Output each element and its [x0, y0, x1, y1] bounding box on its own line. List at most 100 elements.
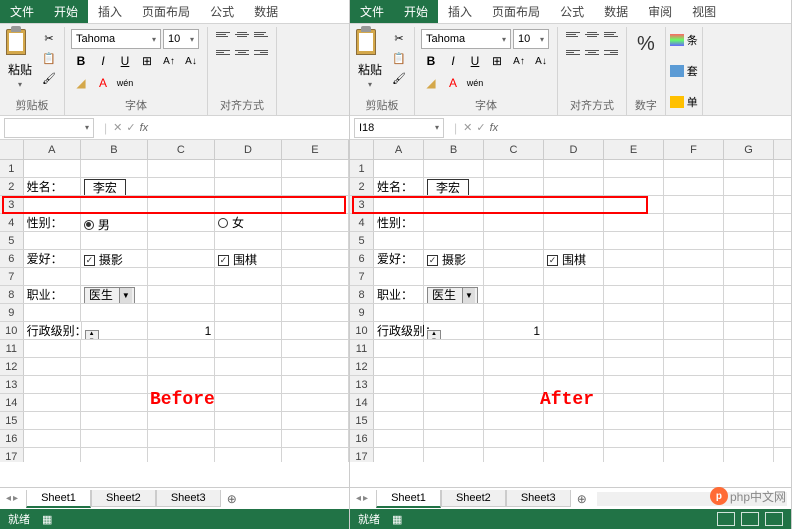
- cell[interactable]: [148, 412, 215, 429]
- number-format-button[interactable]: %: [633, 29, 659, 60]
- row-header[interactable]: 1: [0, 160, 24, 177]
- name-box[interactable]: I18▾: [354, 118, 444, 138]
- tab-layout[interactable]: 页面布局: [132, 0, 200, 23]
- italic-button[interactable]: I: [93, 51, 113, 71]
- cell[interactable]: [424, 376, 484, 393]
- cell[interactable]: [374, 394, 424, 411]
- cell[interactable]: [424, 196, 484, 213]
- col-header[interactable]: E: [282, 140, 349, 159]
- cell[interactable]: [424, 160, 484, 177]
- row-header[interactable]: 7: [350, 268, 374, 285]
- cell[interactable]: [24, 412, 81, 429]
- cell[interactable]: [282, 430, 349, 447]
- cell[interactable]: [215, 232, 282, 249]
- sheet-nav-first-icon[interactable]: ◂: [356, 493, 361, 504]
- cell[interactable]: [374, 358, 424, 375]
- cell[interactable]: [724, 268, 774, 285]
- cell[interactable]: [24, 394, 81, 411]
- col-header[interactable]: C: [484, 140, 544, 159]
- cell[interactable]: [664, 340, 724, 357]
- cell[interactable]: [544, 268, 604, 285]
- cell[interactable]: [664, 250, 724, 267]
- row-header[interactable]: 9: [0, 304, 24, 321]
- tab-home[interactable]: 开始: [44, 0, 88, 23]
- cell[interactable]: [484, 430, 544, 447]
- cell[interactable]: [604, 358, 664, 375]
- cell[interactable]: [544, 340, 604, 357]
- cell[interactable]: [424, 448, 484, 462]
- cell[interactable]: ✓围棋: [544, 250, 604, 267]
- row-header[interactable]: 3: [0, 196, 24, 213]
- cell[interactable]: [484, 250, 544, 267]
- cell[interactable]: [664, 268, 724, 285]
- cut-button[interactable]: ✂: [390, 29, 408, 47]
- select-all-corner[interactable]: [350, 140, 374, 159]
- font-decrease-button[interactable]: A↓: [181, 51, 201, 71]
- row-header[interactable]: 1: [350, 160, 374, 177]
- cell[interactable]: [24, 340, 81, 357]
- cell[interactable]: [664, 322, 724, 339]
- cell[interactable]: ✓摄影: [424, 250, 484, 267]
- tab-file[interactable]: 文件: [350, 0, 394, 23]
- cell[interactable]: [724, 250, 774, 267]
- sheet-tab[interactable]: Sheet2: [91, 490, 156, 507]
- cell[interactable]: 李宏: [424, 178, 484, 195]
- font-size-combo[interactable]: 10▾: [163, 29, 199, 49]
- align-middle-button[interactable]: [583, 29, 601, 45]
- tab-file[interactable]: 文件: [0, 0, 44, 23]
- cell[interactable]: 1: [484, 322, 544, 339]
- sheet-tab[interactable]: Sheet1: [376, 490, 441, 508]
- name-textbox[interactable]: 李宏: [84, 179, 126, 195]
- checkbox-hobby2[interactable]: ✓围棋: [218, 251, 257, 267]
- row-header[interactable]: 15: [350, 412, 374, 429]
- row-header[interactable]: 16: [0, 430, 24, 447]
- cell[interactable]: [544, 196, 604, 213]
- cell[interactable]: [282, 214, 349, 231]
- cell[interactable]: [215, 268, 282, 285]
- tab-formula[interactable]: 公式: [550, 0, 594, 23]
- fill-color-button[interactable]: ◢: [71, 73, 91, 93]
- cut-button[interactable]: ✂: [40, 29, 58, 47]
- cell[interactable]: ✓围棋: [215, 250, 282, 267]
- align-center-button[interactable]: [583, 47, 601, 63]
- font-decrease-button[interactable]: A↓: [531, 51, 551, 71]
- cell[interactable]: [484, 412, 544, 429]
- cell[interactable]: [664, 358, 724, 375]
- cell[interactable]: [374, 340, 424, 357]
- cell[interactable]: [424, 340, 484, 357]
- cell[interactable]: [282, 250, 349, 267]
- cell[interactable]: [81, 358, 148, 375]
- cell[interactable]: [724, 394, 774, 411]
- row-header[interactable]: 9: [350, 304, 374, 321]
- cell[interactable]: 医生▼: [81, 286, 148, 303]
- cell[interactable]: 1: [148, 322, 215, 339]
- row-header[interactable]: 12: [0, 358, 24, 375]
- cell[interactable]: 李宏: [81, 178, 148, 195]
- cell[interactable]: [484, 448, 544, 462]
- cell[interactable]: [24, 358, 81, 375]
- cell[interactable]: [484, 286, 544, 303]
- cell[interactable]: [24, 160, 81, 177]
- bold-button[interactable]: B: [421, 51, 441, 71]
- cell[interactable]: [724, 196, 774, 213]
- cell[interactable]: [604, 232, 664, 249]
- cell[interactable]: [544, 232, 604, 249]
- format-painter-button[interactable]: 🖌: [390, 69, 408, 87]
- cell[interactable]: [282, 268, 349, 285]
- cell[interactable]: [148, 214, 215, 231]
- cell[interactable]: [724, 160, 774, 177]
- cell[interactable]: [282, 340, 349, 357]
- cell[interactable]: [215, 322, 282, 339]
- cell[interactable]: [604, 286, 664, 303]
- align-center-button[interactable]: [233, 47, 251, 63]
- font-increase-button[interactable]: A↑: [159, 51, 179, 71]
- row-header[interactable]: 2: [0, 178, 24, 195]
- cell[interactable]: ▲▼: [82, 322, 149, 339]
- cell[interactable]: [604, 448, 664, 462]
- cell[interactable]: [24, 304, 81, 321]
- page-layout-view-button[interactable]: [741, 512, 759, 526]
- cell[interactable]: [664, 214, 724, 231]
- copy-button[interactable]: 📋: [40, 49, 58, 67]
- cell[interactable]: 性别：: [24, 214, 81, 231]
- cell[interactable]: [604, 160, 664, 177]
